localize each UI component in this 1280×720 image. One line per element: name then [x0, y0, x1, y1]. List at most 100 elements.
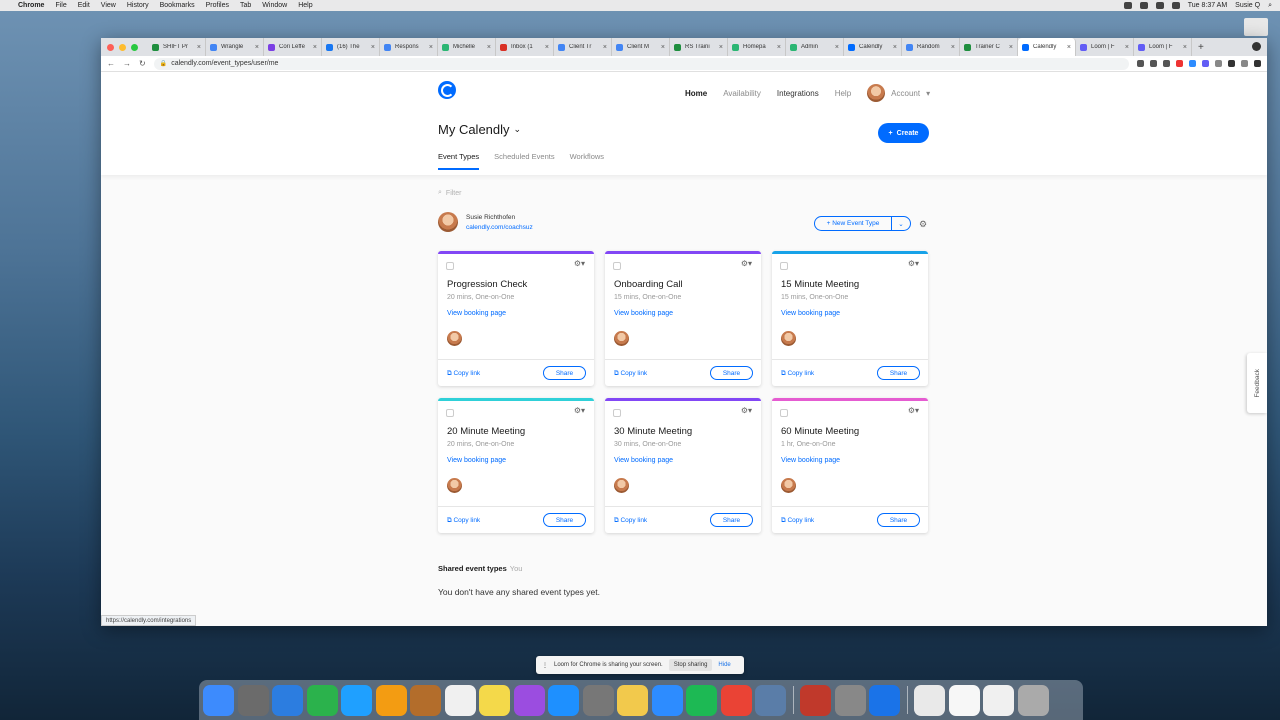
- copy-link-button[interactable]: ⧉ Copy link: [781, 517, 814, 525]
- share-button[interactable]: Share: [543, 513, 586, 527]
- browser-tab[interactable]: Calendly ×: [1018, 38, 1076, 56]
- card-title[interactable]: Progression Check: [447, 279, 527, 290]
- browser-tab[interactable]: Loom | F ×: [1076, 38, 1134, 56]
- close-tab-icon[interactable]: ×: [893, 44, 897, 51]
- view-booking-page-link[interactable]: View booking page: [614, 310, 673, 317]
- dock-app-icon[interactable]: [375, 684, 407, 716]
- close-tab-icon[interactable]: ×: [1125, 44, 1129, 51]
- share-button[interactable]: Share: [710, 513, 753, 527]
- bookmark-star-icon[interactable]: [1163, 60, 1170, 67]
- copy-link-button[interactable]: ⧉ Copy link: [447, 517, 480, 525]
- card-title[interactable]: 60 Minute Meeting: [781, 426, 859, 437]
- menubar-clock[interactable]: Tue 8:37 AM: [1188, 2, 1227, 9]
- create-button[interactable]: + Create: [878, 123, 929, 143]
- dock-app-icon[interactable]: [306, 684, 338, 716]
- browser-tab[interactable]: Respons ×: [380, 38, 438, 56]
- card-title[interactable]: 20 Minute Meeting: [447, 426, 525, 437]
- zoom-window-icon[interactable]: [131, 43, 138, 51]
- dock-app-icon[interactable]: [341, 684, 372, 716]
- browser-tab[interactable]: Calendly ×: [844, 38, 902, 56]
- close-tab-icon[interactable]: ×: [1183, 44, 1187, 51]
- view-booking-page-link[interactable]: View booking page: [614, 457, 673, 464]
- extension-icon[interactable]: [1176, 60, 1183, 67]
- extension-icon[interactable]: [1189, 60, 1196, 67]
- close-tab-icon[interactable]: ×: [661, 44, 665, 51]
- close-tab-icon[interactable]: ×: [1067, 44, 1071, 51]
- extension-icon[interactable]: [1215, 60, 1222, 67]
- view-booking-page-link[interactable]: View booking page: [447, 457, 506, 464]
- close-tab-icon[interactable]: ×: [313, 44, 317, 51]
- dock-app-icon[interactable]: [582, 684, 614, 716]
- gear-icon[interactable]: ⚙▾: [908, 406, 919, 415]
- view-booking-page-link[interactable]: View booking page: [447, 310, 506, 317]
- browser-tab[interactable]: Trainer C ×: [960, 38, 1018, 56]
- dock-app-icon[interactable]: [479, 684, 510, 716]
- menu-app[interactable]: Chrome: [18, 2, 44, 9]
- profile-icon[interactable]: [1252, 42, 1261, 51]
- share-button[interactable]: Share: [877, 513, 920, 527]
- event-type-card[interactable]: ⚙▾ Onboarding Call 15 mins, One-on-One View…: [605, 251, 761, 386]
- close-tab-icon[interactable]: ×: [835, 44, 839, 51]
- gear-icon[interactable]: ⚙▾: [574, 259, 585, 268]
- event-type-card[interactable]: ⚙▾ 15 Minute Meeting 15 mins, One-on-One Vi…: [772, 251, 928, 386]
- dock-app-icon[interactable]: [755, 684, 786, 716]
- gear-icon[interactable]: ⚙: [919, 219, 927, 230]
- nav-account[interactable]: Account ▾: [867, 84, 930, 102]
- card-title[interactable]: 15 Minute Meeting: [781, 279, 859, 290]
- stop-sharing-button[interactable]: Stop sharing: [668, 659, 713, 671]
- feedback-tab[interactable]: Feedback: [1247, 353, 1267, 413]
- new-tab-icon[interactable]: +: [1198, 42, 1204, 53]
- browser-tab[interactable]: Homepa ×: [728, 38, 786, 56]
- dock-app-icon[interactable]: [834, 684, 866, 716]
- browser-tab[interactable]: Client Tr ×: [554, 38, 612, 56]
- dock-app-icon[interactable]: [617, 684, 648, 716]
- chevron-down-icon[interactable]: ⌄: [892, 220, 910, 228]
- close-window-icon[interactable]: [107, 43, 114, 51]
- mic-icon[interactable]: [1123, 2, 1132, 9]
- forward-icon[interactable]: →: [123, 59, 131, 68]
- card-checkbox[interactable]: [780, 409, 788, 417]
- menu-help[interactable]: Help: [298, 2, 312, 9]
- menu-tab[interactable]: Tab: [240, 2, 251, 9]
- drag-handle-icon[interactable]: ⋮: [542, 662, 548, 669]
- browser-tab[interactable]: Wrangle ×: [206, 38, 264, 56]
- dock-app-icon[interactable]: [686, 684, 717, 716]
- close-tab-icon[interactable]: ×: [487, 44, 491, 51]
- dock-app-icon[interactable]: [869, 684, 900, 716]
- dock-app-icon[interactable]: [548, 684, 579, 716]
- nav-availability[interactable]: Availability: [723, 89, 761, 98]
- reload-icon[interactable]: ↻: [139, 59, 146, 68]
- close-tab-icon[interactable]: ×: [719, 44, 723, 51]
- page-title[interactable]: My Calendly ⌄: [438, 122, 521, 137]
- browser-tab[interactable]: RS Traini ×: [670, 38, 728, 56]
- event-type-card[interactable]: ⚙▾ 20 Minute Meeting 20 mins, One-on-One Vi…: [438, 398, 594, 533]
- browser-tab[interactable]: SHIFT Pr ×: [148, 38, 206, 56]
- view-booking-page-link[interactable]: View booking page: [781, 457, 840, 464]
- dock-app-icon[interactable]: [410, 684, 441, 716]
- desktop-file-icon[interactable]: [1244, 18, 1268, 36]
- dock-app-icon[interactable]: [272, 684, 303, 716]
- copy-link-button[interactable]: ⧉ Copy link: [614, 370, 647, 378]
- dock-app-icon[interactable]: [983, 684, 1014, 716]
- close-tab-icon[interactable]: ×: [545, 44, 549, 51]
- share-button[interactable]: Share: [710, 366, 753, 380]
- extension-icon[interactable]: [1150, 60, 1157, 67]
- address-bar[interactable]: 🔒 calendly.com/event_types/user/me: [153, 57, 1129, 70]
- gear-icon[interactable]: ⚙▾: [741, 406, 752, 415]
- browser-tab[interactable]: Client M ×: [612, 38, 670, 56]
- tab-event-types[interactable]: Event Types: [438, 152, 480, 170]
- tab-workflows[interactable]: Workflows: [570, 152, 604, 161]
- nav-integrations[interactable]: Integrations: [777, 89, 819, 98]
- new-event-type-button[interactable]: + New Event Type ⌄: [814, 216, 911, 231]
- menubar-user[interactable]: Susie Q: [1235, 2, 1260, 9]
- hide-button[interactable]: Hide: [718, 662, 730, 668]
- close-tab-icon[interactable]: ×: [197, 44, 201, 51]
- view-booking-page-link[interactable]: View booking page: [781, 310, 840, 317]
- browser-tab[interactable]: Cori Leffe ×: [264, 38, 322, 56]
- gear-icon[interactable]: ⚙▾: [574, 406, 585, 415]
- browser-tab[interactable]: Loom | F ×: [1134, 38, 1192, 56]
- back-icon[interactable]: ←: [107, 59, 115, 68]
- close-tab-icon[interactable]: ×: [603, 44, 607, 51]
- menu-view[interactable]: View: [101, 2, 116, 9]
- gear-icon[interactable]: ⚙▾: [741, 259, 752, 268]
